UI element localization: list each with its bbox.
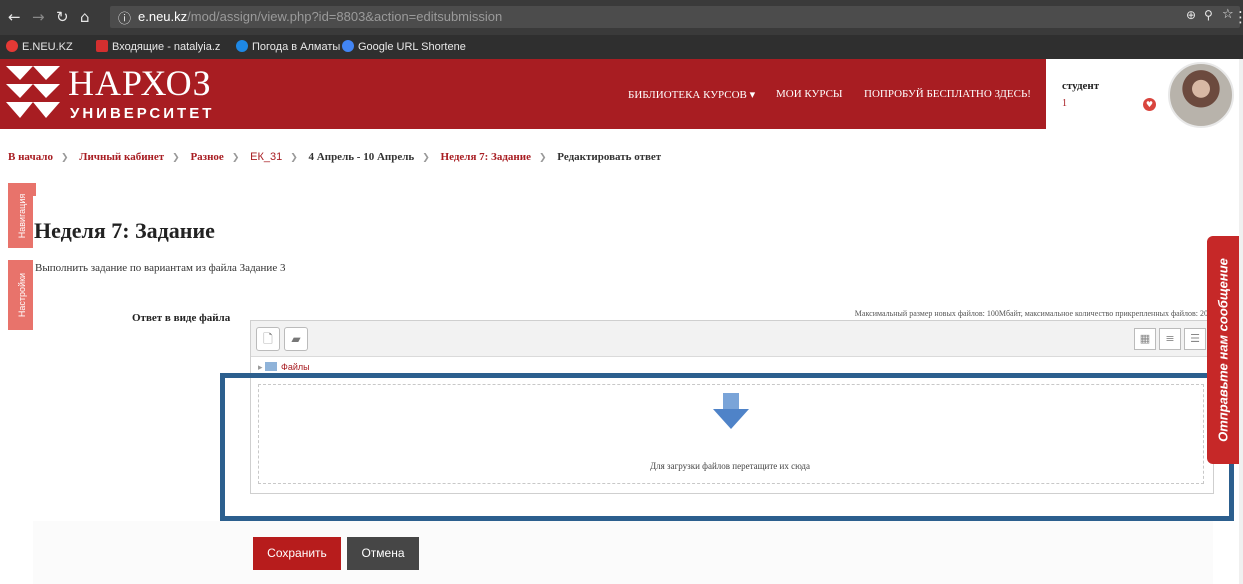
bookmark-star-icon[interactable]: ☆ <box>1222 7 1234 22</box>
view-list-icon[interactable]: ≡ <box>1159 328 1181 350</box>
folder-label: Файлы <box>281 362 310 372</box>
info-icon[interactable]: ⓘ <box>118 8 131 27</box>
home-icon[interactable]: ⌂ <box>80 8 90 26</box>
form-footer <box>33 521 1213 584</box>
chevron-right-icon: ❯ <box>172 153 180 163</box>
avatar[interactable] <box>1168 62 1234 128</box>
cancel-button[interactable]: Отмена <box>347 537 419 570</box>
mail-icon <box>96 40 108 52</box>
eneu-icon <box>6 40 18 52</box>
breadcrumb-misc[interactable]: Разное <box>190 151 223 163</box>
answer-file-label: Ответ в виде файла <box>132 312 231 324</box>
nav-my-courses[interactable]: МОИ КУРСЫ <box>776 88 843 100</box>
file-manager-toolbar <box>251 321 1213 357</box>
reload-icon[interactable]: ↻ <box>56 8 69 26</box>
bookmark-eneu[interactable]: E.NEU.KZ <box>6 40 73 53</box>
folder-icon <box>265 362 278 371</box>
file-path[interactable]: ▸ Файлы <box>258 362 310 373</box>
weather-icon <box>236 40 248 52</box>
browser-menu-icon[interactable]: ⋮ <box>1233 8 1243 26</box>
navigation-tab[interactable]: Навигация <box>8 183 36 248</box>
chevron-right-icon: ❯ <box>422 153 430 163</box>
zoom-icon[interactable]: ⊕ <box>1186 8 1196 22</box>
nav-library[interactable]: БИБЛИОТЕКА КУРСОВ ▾ <box>628 88 755 101</box>
settings-tab[interactable]: Настройки <box>8 260 36 330</box>
bookmark-weather[interactable]: Погода в Алматы <box>236 40 340 53</box>
back-arrow-icon[interactable]: ← <box>8 8 21 26</box>
breadcrumb-course[interactable]: ЕК_31 <box>250 151 282 163</box>
scrollbar[interactable] <box>1239 59 1243 584</box>
forward-arrow-icon[interactable]: → <box>32 8 45 26</box>
user-count: 1 <box>1062 98 1067 109</box>
breadcrumb-cabinet[interactable]: Личный кабинет <box>79 151 164 163</box>
notification-heart-icon[interactable]: ♥ <box>1143 98 1156 111</box>
bookmarks-bar: E.NEU.KZ Входящие - natalyia.z Погода в … <box>0 35 1243 59</box>
breadcrumb: В начало ❯ Личный кабинет ❯ Разное ❯ ЕК_31 ❯… <box>8 151 661 163</box>
address-bar[interactable]: ⓘ e.neu.kz/mod/assign/view.php?id=8803&a… <box>110 6 1240 28</box>
breadcrumb-week[interactable]: 4 Апрель - 10 Апрель <box>309 151 415 163</box>
url-domain: e.neu.kz <box>138 9 188 24</box>
expand-arrow-icon: ▸ <box>258 362 266 372</box>
bookmark-google-shortener[interactable]: Google URL Shortene <box>342 40 466 53</box>
url-path: /mod/assign/view.php?id=8803&action=edit… <box>187 9 503 24</box>
chevron-right-icon: ❯ <box>60 153 69 163</box>
extension-icon[interactable]: ⚲ <box>1204 8 1213 22</box>
create-folder-icon[interactable]: ▰ <box>284 327 308 351</box>
breadcrumb-assignment[interactable]: Неделя 7: Задание <box>441 151 531 163</box>
google-icon <box>342 40 354 52</box>
logo-subtitle[interactable]: УНИВЕРСИТЕТ <box>70 105 214 122</box>
narxoz-logo-icon[interactable] <box>6 66 60 122</box>
highlight-annotation <box>220 373 1234 521</box>
task-description: Выполнить задание по вариантам из файла … <box>35 262 286 274</box>
user-role: студент <box>1062 80 1100 92</box>
logo-title[interactable]: НАРХОЗ <box>68 62 212 104</box>
feedback-tab[interactable]: Отправьте нам сообщение <box>1207 236 1239 464</box>
save-button[interactable]: Сохранить <box>253 537 341 570</box>
bookmark-inbox[interactable]: Входящие - natalyia.z <box>96 40 220 53</box>
nav-try-free[interactable]: ПОПРОБУЙ БЕСПЛАТНО ЗДЕСЬ! <box>864 88 1031 100</box>
upload-limits: Максимальный размер новых файлов: 100Мба… <box>854 309 1208 318</box>
view-icons-icon[interactable]: ▦ <box>1134 328 1156 350</box>
breadcrumb-current: Редактировать ответ <box>557 151 662 163</box>
view-tree-icon[interactable]: ☰ <box>1184 328 1206 350</box>
chevron-right-icon: ❯ <box>231 153 240 163</box>
breadcrumb-home[interactable]: В начало <box>8 151 53 163</box>
chevron-right-icon: ❯ <box>290 153 298 163</box>
page-title: Неделя 7: Задание <box>34 218 215 243</box>
add-file-icon[interactable]: 🗋 <box>256 327 280 351</box>
chevron-right-icon: ❯ <box>539 153 547 163</box>
